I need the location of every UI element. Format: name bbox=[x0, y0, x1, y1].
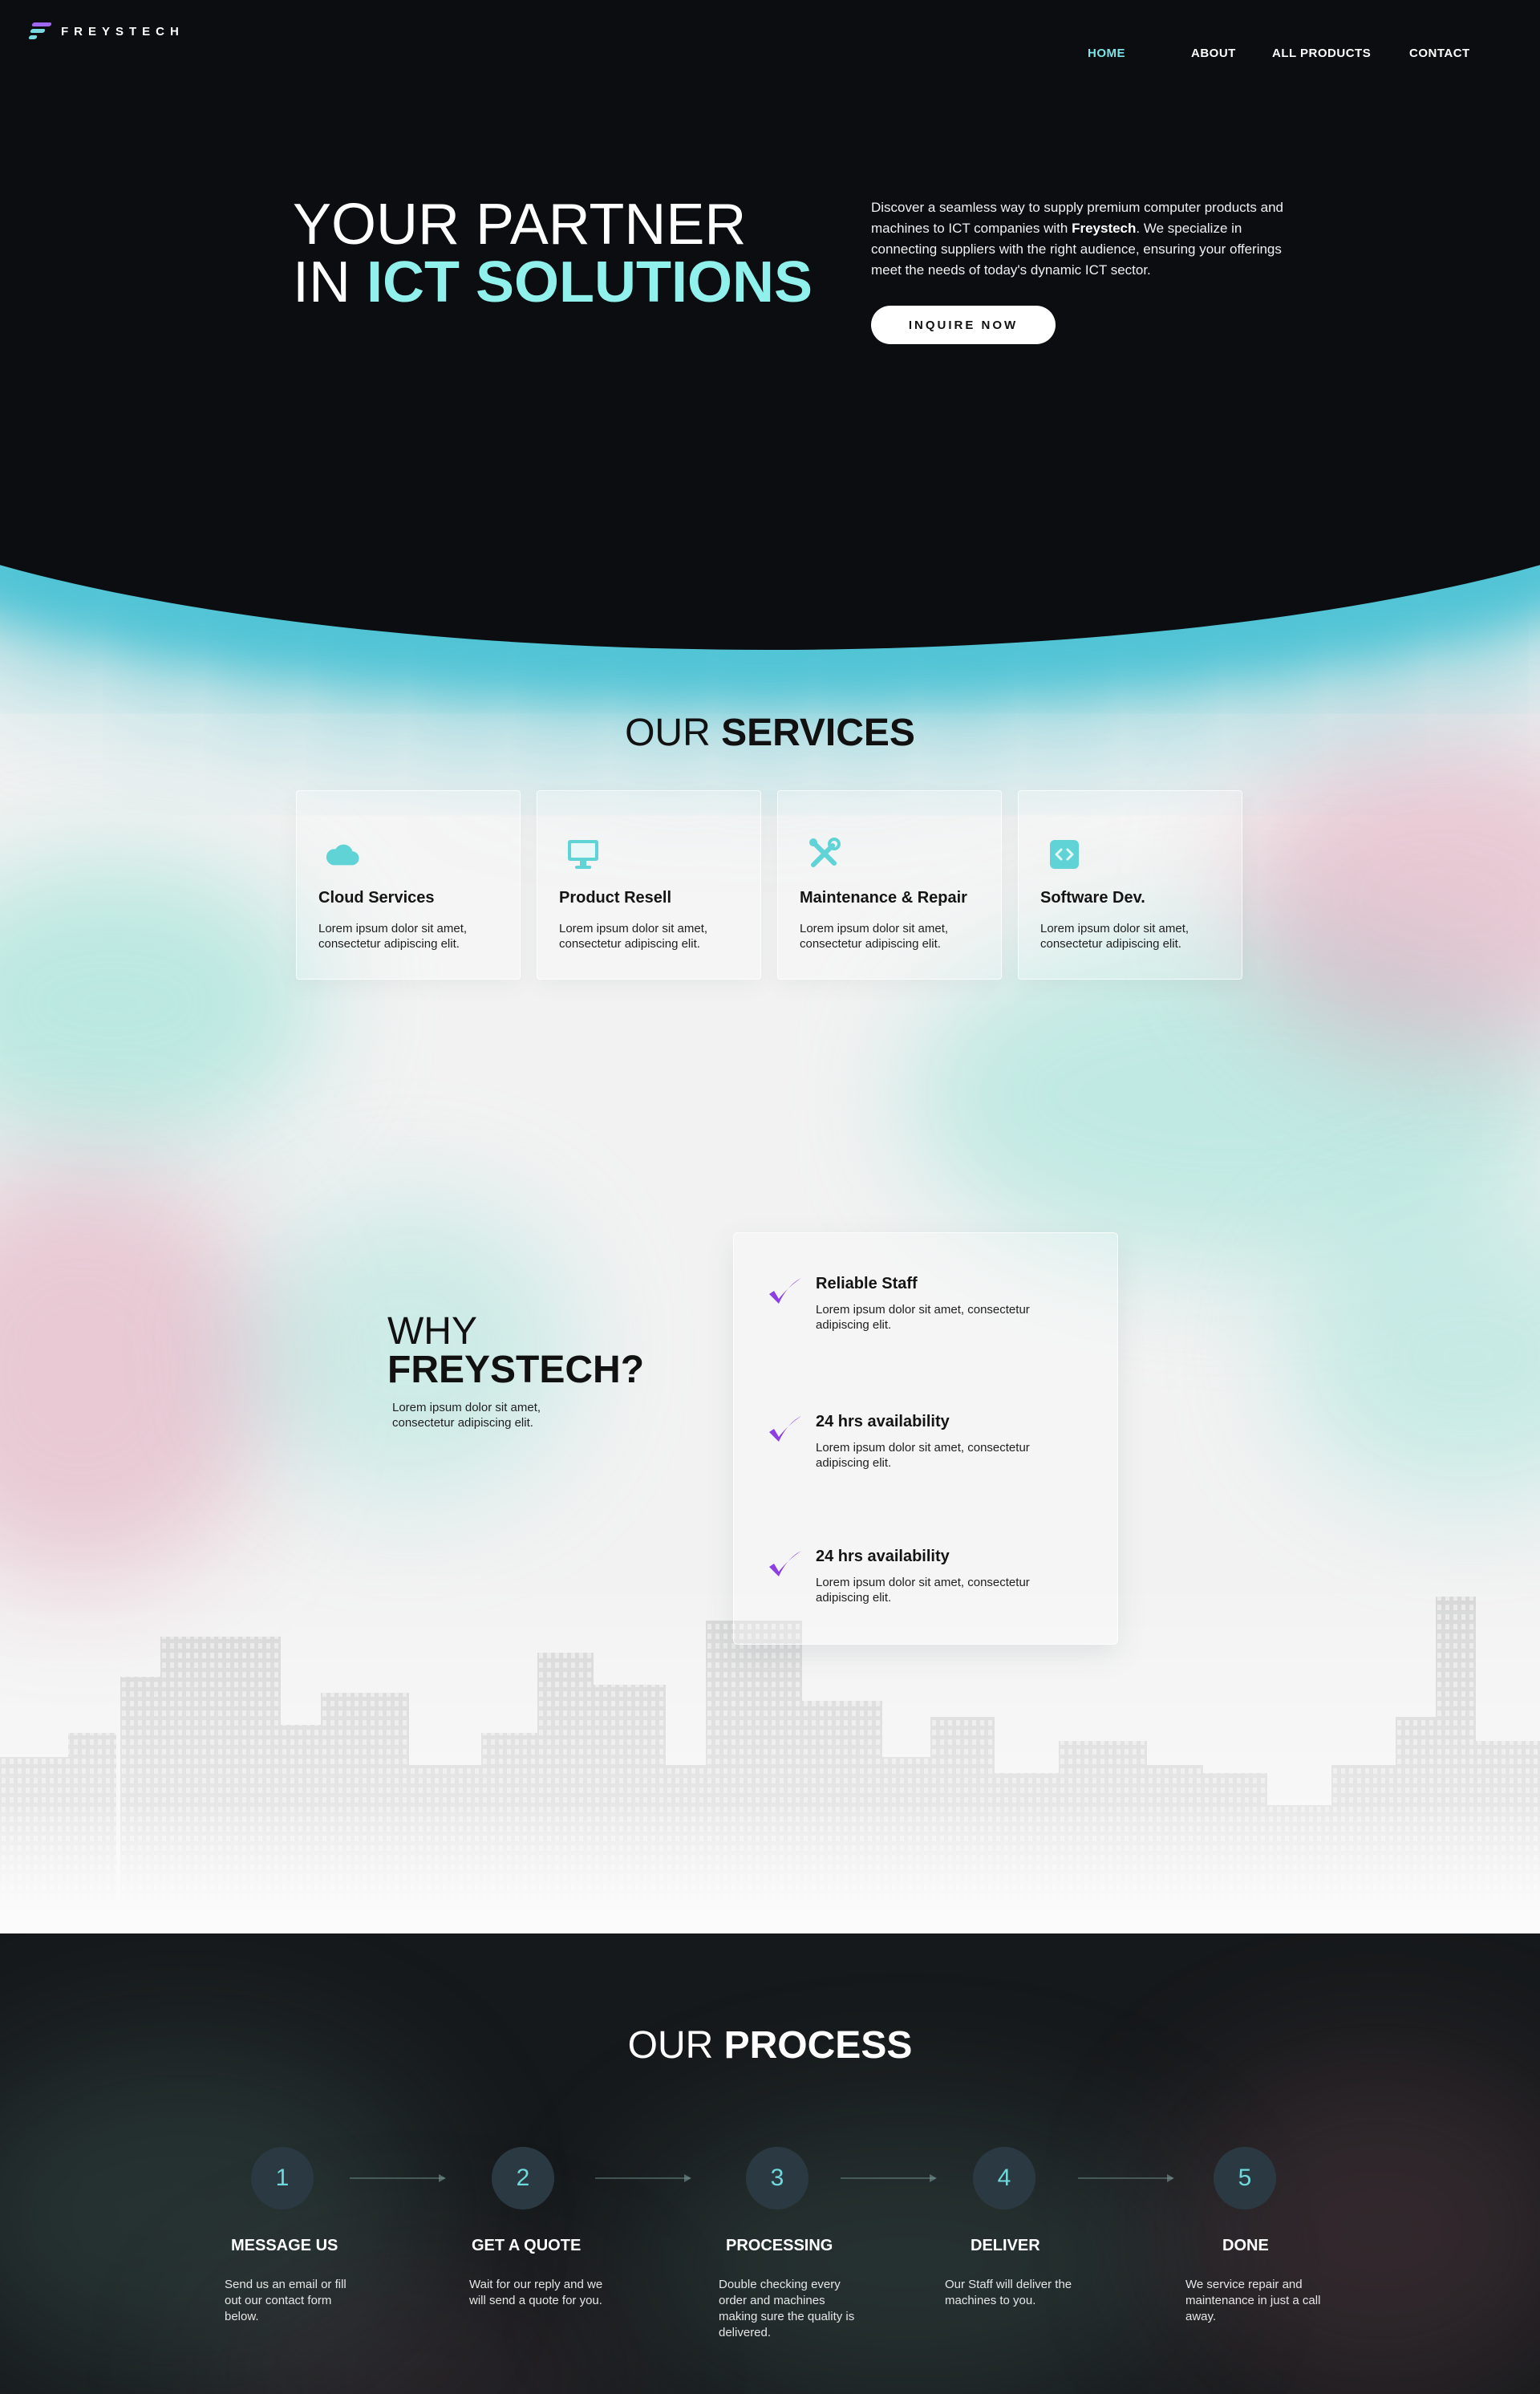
cloud-icon bbox=[326, 838, 359, 871]
service-card-title: Cloud Services bbox=[318, 889, 435, 907]
service-card-text: Lorem ipsum dolor sit amet, consectetur … bbox=[559, 922, 708, 951]
site-header: FREYSTECH HOME ABOUT ALL PRODUCTS CONTAC… bbox=[0, 0, 1540, 96]
why-features-panel: Reliable Staff Lorem ipsum dolor sit ame… bbox=[733, 1232, 1118, 1645]
service-card-text: Lorem ipsum dolor sit amet, consectetur … bbox=[1040, 922, 1189, 951]
process-heading-light: OUR bbox=[627, 2024, 724, 2067]
arrow-right-icon bbox=[841, 2174, 937, 2182]
services-heading: OUR SERVICES bbox=[0, 711, 1540, 756]
process-section: OUR PROCESS 1 MESSAGE US Send us an emai… bbox=[0, 1933, 1540, 2394]
step-title: DONE bbox=[1222, 2237, 1269, 2254]
checkmark-icon bbox=[769, 1278, 801, 1304]
nav-home[interactable]: HOME bbox=[1088, 47, 1125, 60]
step-number-badge: 2 bbox=[492, 2147, 554, 2209]
inquire-now-button[interactable]: INQUIRE NOW bbox=[871, 306, 1056, 344]
nav-about[interactable]: ABOUT bbox=[1191, 47, 1236, 60]
service-card-text: Lorem ipsum dolor sit amet, consectetur … bbox=[318, 922, 468, 951]
service-card-cloud[interactable]: Cloud Services Lorem ipsum dolor sit ame… bbox=[296, 790, 521, 980]
step-text: Wait for our reply and we will send a qu… bbox=[469, 2278, 603, 2307]
service-card-resell[interactable]: Product Resell Lorem ipsum dolor sit ame… bbox=[537, 790, 761, 980]
feature-title: Reliable Staff bbox=[816, 1275, 918, 1292]
process-heading: OUR PROCESS bbox=[0, 2023, 1540, 2068]
feature-text: Lorem ipsum dolor sit amet, consectetur … bbox=[816, 1441, 1030, 1470]
service-card-title: Maintenance & Repair bbox=[800, 889, 967, 907]
arrow-right-icon bbox=[595, 2174, 691, 2182]
arrow-right-icon bbox=[350, 2174, 446, 2182]
step-title: MESSAGE US bbox=[231, 2237, 338, 2254]
feature-text: Lorem ipsum dolor sit amet, consectetur … bbox=[816, 1303, 1030, 1332]
nav-all-products[interactable]: ALL PRODUCTS bbox=[1272, 47, 1371, 60]
service-card-title: Product Resell bbox=[559, 889, 672, 907]
service-card-text: Lorem ipsum dolor sit amet, consectetur … bbox=[800, 922, 949, 951]
why-heading-bold: FREYSTECH? bbox=[387, 1349, 645, 1391]
step-number-badge: 3 bbox=[746, 2147, 808, 2209]
step-title: DELIVER bbox=[971, 2237, 1040, 2254]
why-heading-light: WHY bbox=[387, 1310, 477, 1353]
services-cards: Cloud Services Lorem ipsum dolor sit ame… bbox=[296, 790, 1242, 980]
services-why-section: OUR SERVICES Cloud Services Lorem ipsum … bbox=[0, 473, 1540, 1933]
hero-title-line1: YOUR PARTNER bbox=[293, 193, 747, 257]
hero-title: YOUR PARTNER IN ICT SOLUTIONS bbox=[293, 196, 813, 311]
hero-title-accent: ICT SOLUTIONS bbox=[367, 250, 813, 314]
step-number-badge: 5 bbox=[1214, 2147, 1276, 2209]
monitor-icon bbox=[566, 838, 600, 871]
code-icon bbox=[1048, 838, 1081, 871]
services-heading-light: OUR bbox=[625, 712, 722, 754]
logo[interactable]: FREYSTECH bbox=[28, 21, 184, 42]
why-heading: WHY FREYSTECH? bbox=[387, 1313, 644, 1390]
hero-description: Discover a seamless way to supply premiu… bbox=[871, 197, 1304, 281]
feature-text: Lorem ipsum dolor sit amet, consectetur … bbox=[816, 1576, 1030, 1605]
step-number-badge: 1 bbox=[251, 2147, 314, 2209]
hero-title-prefix: IN bbox=[293, 250, 367, 314]
services-heading-bold: SERVICES bbox=[721, 712, 915, 754]
logo-mark-icon bbox=[28, 21, 52, 42]
glow-edge bbox=[0, 473, 1540, 650]
why-description: Lorem ipsum dolor sit amet, consectetur … bbox=[392, 1401, 541, 1430]
feature-title: 24 hrs availability bbox=[816, 1548, 950, 1565]
arrow-right-icon bbox=[1078, 2174, 1174, 2182]
service-card-title: Software Dev. bbox=[1040, 889, 1145, 907]
step-text: Send us an email or fill out our contact… bbox=[225, 2278, 346, 2323]
step-number-badge: 4 bbox=[973, 2147, 1035, 2209]
process-heading-bold: PROCESS bbox=[723, 2024, 913, 2067]
step-text: Double checking every order and machines… bbox=[719, 2278, 855, 2339]
checkmark-icon bbox=[769, 1551, 801, 1576]
tools-icon bbox=[807, 838, 841, 871]
hero-desc-brand: Freystech bbox=[1072, 221, 1137, 236]
step-text: We service repair and maintenance in jus… bbox=[1185, 2278, 1321, 2323]
brand-name: FREYSTECH bbox=[61, 24, 184, 39]
nav-contact[interactable]: CONTACT bbox=[1409, 47, 1470, 60]
service-card-maintenance[interactable]: Maintenance & Repair Lorem ipsum dolor s… bbox=[777, 790, 1002, 980]
step-text: Our Staff will deliver the machines to y… bbox=[945, 2278, 1072, 2307]
checkmark-icon bbox=[769, 1416, 801, 1442]
step-title: PROCESSING bbox=[726, 2237, 833, 2254]
service-card-software[interactable]: Software Dev. Lorem ipsum dolor sit amet… bbox=[1018, 790, 1242, 980]
step-title: GET A QUOTE bbox=[472, 2237, 582, 2254]
feature-title: 24 hrs availability bbox=[816, 1413, 950, 1430]
